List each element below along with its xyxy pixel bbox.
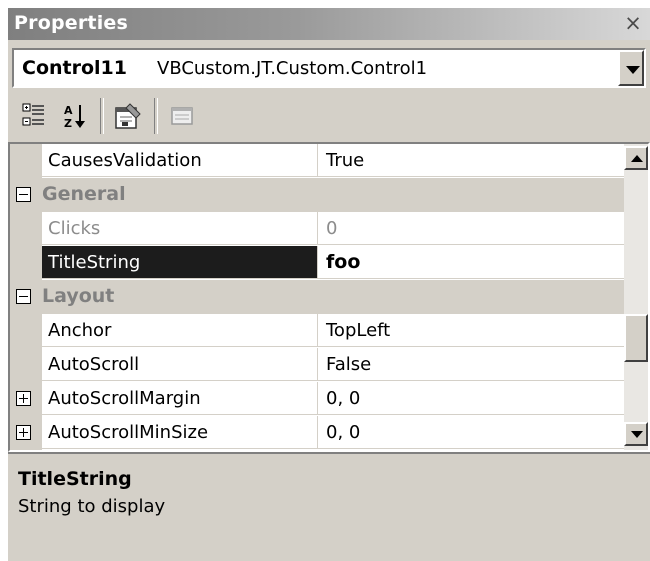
property-row[interactable]: Anchor TopLeft bbox=[10, 314, 624, 348]
property-row[interactable]: CausesValidation True bbox=[10, 144, 624, 178]
property-row-selected[interactable]: TitleString foo bbox=[10, 246, 624, 280]
collapse-icon[interactable] bbox=[16, 289, 31, 304]
row-margin bbox=[10, 212, 42, 246]
property-row[interactable]: AutoScrollMinSize 0, 0 bbox=[10, 416, 624, 450]
property-row[interactable]: AutoScrollMargin 0, 0 bbox=[10, 382, 624, 416]
vertical-scrollbar[interactable] bbox=[624, 144, 648, 450]
window-title: Properties bbox=[14, 12, 128, 34]
toolbar-separator bbox=[100, 98, 104, 134]
alphabetical-icon[interactable]: A Z bbox=[58, 100, 90, 132]
properties-window: Properties × Control11 VBCustom.JT.Custo… bbox=[8, 8, 650, 561]
description-text: String to display bbox=[18, 496, 166, 517]
row-margin bbox=[10, 382, 42, 416]
property-name[interactable]: Clicks bbox=[42, 212, 318, 245]
row-margin bbox=[10, 314, 42, 348]
properties-icon[interactable] bbox=[112, 100, 144, 132]
property-value[interactable]: TopLeft bbox=[318, 314, 624, 347]
property-name[interactable]: AutoScrollMargin bbox=[42, 382, 318, 415]
category-row-layout[interactable]: Layout bbox=[10, 280, 624, 314]
row-margin bbox=[10, 416, 42, 450]
expand-icon[interactable] bbox=[16, 391, 31, 406]
categorized-icon[interactable] bbox=[18, 100, 50, 132]
row-margin bbox=[10, 348, 42, 382]
svg-text:A: A bbox=[64, 104, 73, 117]
property-grid: CausesValidation True General Clicks 0 T… bbox=[8, 142, 650, 452]
property-value-input[interactable]: foo bbox=[318, 246, 624, 279]
property-value[interactable]: False bbox=[318, 348, 624, 381]
selected-object-name: Control11 bbox=[22, 57, 127, 79]
property-value[interactable]: 0, 0 bbox=[318, 382, 624, 415]
property-name[interactable]: CausesValidation bbox=[42, 144, 318, 177]
category-label: General bbox=[10, 178, 624, 212]
chevron-up-icon bbox=[631, 155, 643, 162]
property-name[interactable]: Anchor bbox=[42, 314, 318, 347]
property-pages-icon[interactable] bbox=[166, 100, 198, 132]
property-name[interactable]: AutoScroll bbox=[42, 348, 318, 381]
selected-object-type: VBCustom.JT.Custom.Control1 bbox=[157, 58, 428, 79]
property-name[interactable]: AutoScrollMinSize bbox=[42, 416, 318, 449]
toolbar: A Z bbox=[8, 92, 650, 142]
scroll-down-button[interactable] bbox=[624, 422, 648, 446]
description-pane: TitleString String to display bbox=[8, 452, 650, 561]
object-selector-dropdown[interactable]: Control11 VBCustom.JT.Custom.Control1 bbox=[12, 48, 646, 88]
property-value[interactable]: 0, 0 bbox=[318, 416, 624, 449]
description-title: TitleString bbox=[18, 468, 132, 490]
property-name[interactable]: TitleString bbox=[42, 246, 318, 279]
expand-icon[interactable] bbox=[16, 425, 31, 440]
property-value: 0 bbox=[318, 212, 624, 245]
close-icon[interactable]: × bbox=[622, 11, 644, 35]
row-margin bbox=[10, 144, 42, 178]
category-label: Layout bbox=[10, 280, 624, 314]
property-value[interactable]: True bbox=[318, 144, 624, 177]
property-row[interactable]: Clicks 0 bbox=[10, 212, 624, 246]
chevron-down-icon bbox=[631, 431, 643, 438]
category-row-general[interactable]: General bbox=[10, 178, 624, 212]
row-margin bbox=[10, 246, 42, 280]
scrollbar-thumb[interactable] bbox=[624, 314, 648, 362]
property-row[interactable]: AutoScroll False bbox=[10, 348, 624, 382]
chevron-down-icon bbox=[626, 66, 640, 74]
scroll-up-button[interactable] bbox=[624, 146, 648, 170]
title-bar[interactable]: Properties × bbox=[8, 8, 650, 40]
toolbar-separator bbox=[154, 98, 158, 134]
svg-text:Z: Z bbox=[64, 117, 72, 130]
collapse-icon[interactable] bbox=[16, 187, 31, 202]
dropdown-button[interactable] bbox=[618, 50, 644, 86]
